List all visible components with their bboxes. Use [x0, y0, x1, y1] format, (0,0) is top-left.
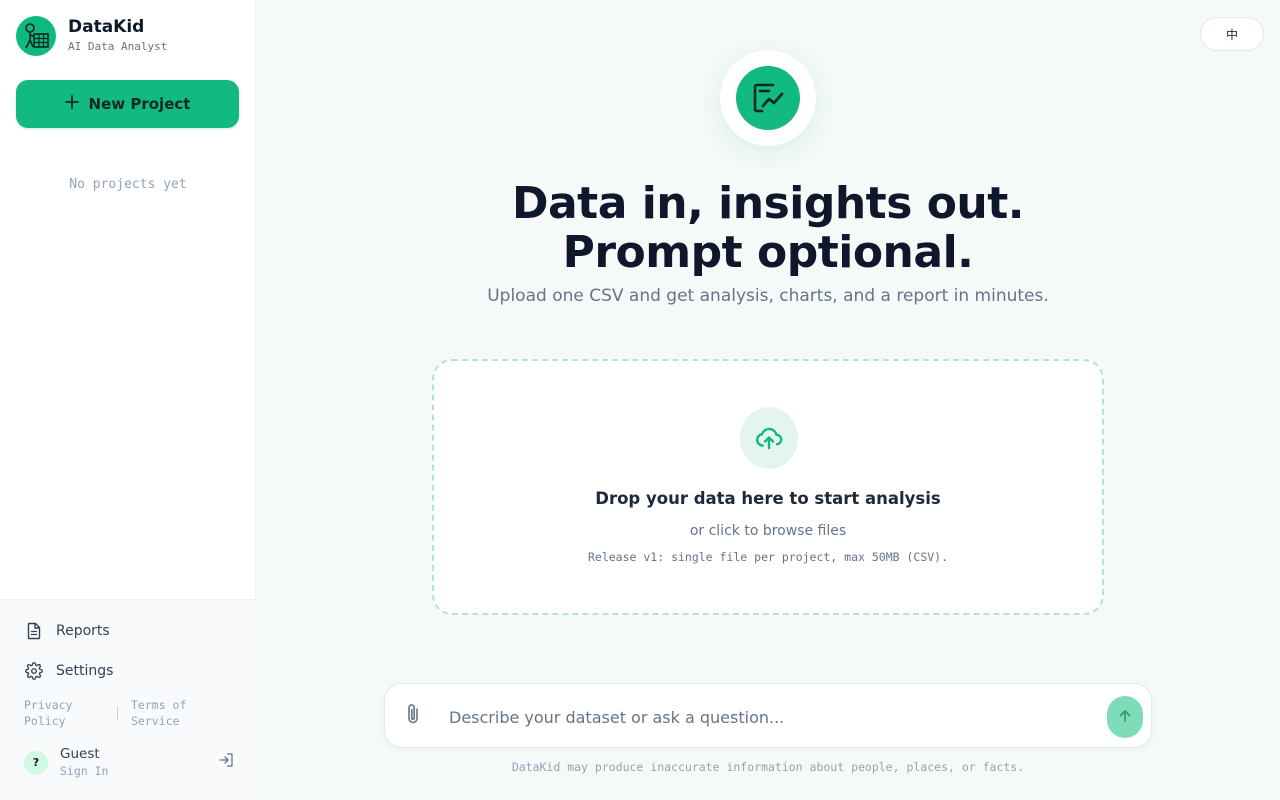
prompt-composer [384, 683, 1152, 748]
user-profile[interactable]: ? Guest Sign In [24, 746, 234, 779]
paperclip-icon[interactable] [403, 702, 423, 730]
hero-title-line1: Data in, insights out. [511, 178, 1025, 229]
sidebar-item-settings[interactable]: Settings [24, 661, 113, 681]
new-project-label: New Project [88, 95, 191, 113]
browse-files-text[interactable]: or click to browse files [434, 523, 1102, 539]
footer-disclaimer: DataKid may produce inaccurate informati… [511, 760, 1025, 774]
empty-projects-text: No projects yet [69, 177, 187, 192]
avatar: ? [24, 750, 48, 775]
brand: DataKid AI Data Analyst [16, 16, 167, 56]
hero-title-line2: Prompt optional. [562, 227, 974, 278]
hero-subtitle: Upload one CSV and get analysis, charts,… [487, 286, 1049, 306]
divider [117, 706, 118, 720]
sidebar-item-reports[interactable]: Reports [24, 621, 110, 641]
user-name: Guest [60, 746, 100, 762]
legal-links: Privacy Policy Terms of Service [24, 697, 209, 729]
new-project-button[interactable]: New Project [16, 80, 239, 128]
datakid-logo-icon [16, 16, 56, 56]
plus-icon [64, 95, 79, 113]
sign-in-icon[interactable] [218, 752, 234, 772]
cloud-upload-icon [740, 407, 798, 469]
file-dropzone[interactable]: Drop your data here to start analysis or… [432, 359, 1104, 615]
language-toggle-button[interactable]: 中 [1200, 17, 1264, 51]
sidebar-item-label: Settings [56, 663, 114, 679]
chart-report-icon [736, 66, 800, 130]
sign-in-link[interactable]: Sign In [60, 763, 108, 779]
app-name: DataKid [68, 17, 145, 37]
sidebar: DataKid AI Data Analyst New Project No p… [0, 0, 256, 800]
send-button[interactable] [1107, 696, 1143, 738]
sidebar-item-label: Reports [56, 623, 110, 639]
privacy-policy-link[interactable]: Privacy Policy [24, 697, 102, 729]
sidebar-footer: Reports Settings Privacy Policy Terms of… [0, 599, 256, 800]
app-tagline: AI Data Analyst [68, 40, 168, 53]
prompt-input[interactable] [449, 702, 1089, 732]
dropzone-title: Drop your data here to start analysis [595, 489, 941, 508]
gear-icon [24, 661, 44, 681]
document-icon [24, 621, 44, 641]
hero-badge [720, 50, 816, 146]
arrow-up-icon [1117, 708, 1133, 727]
terms-of-service-link[interactable]: Terms of Service [131, 697, 209, 729]
upload-limit-note: Release v1: single file per project, max… [587, 550, 949, 564]
